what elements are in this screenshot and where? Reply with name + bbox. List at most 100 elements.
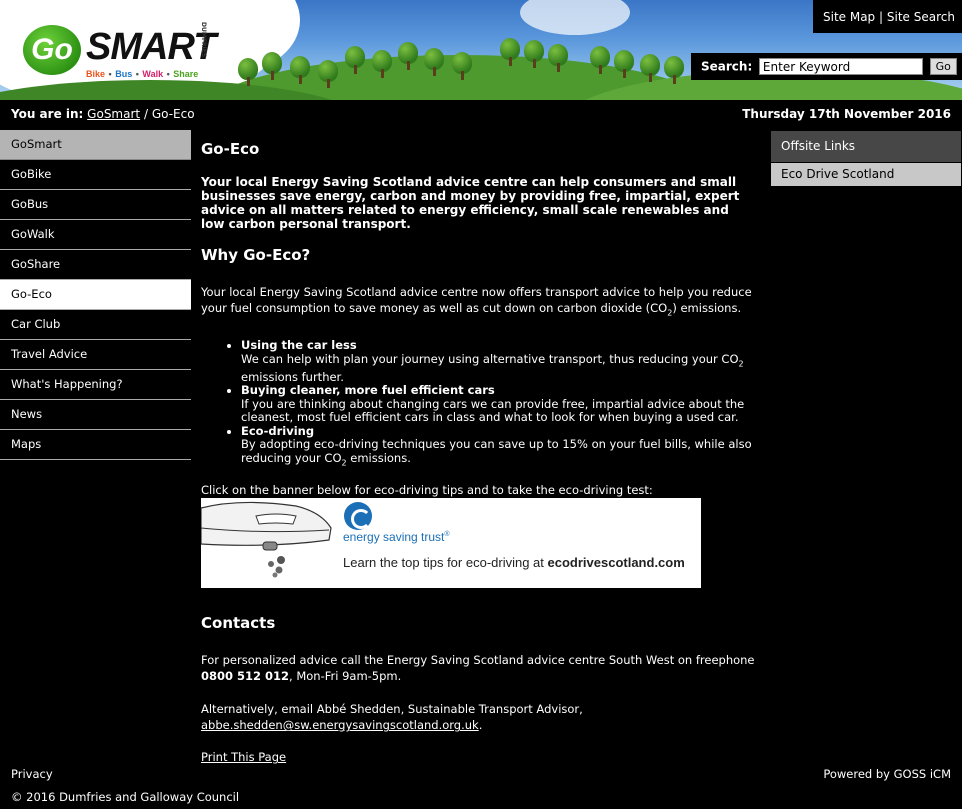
contact-1a: For personalized advice call the Energy … — [201, 653, 755, 668]
top-links-separator: | — [879, 10, 884, 24]
banner-text-b: ecodrivescotland.com — [547, 555, 685, 571]
nav-item-gowalk[interactable]: GoWalk — [0, 220, 191, 250]
tree-icon — [318, 60, 338, 88]
breadcrumb-separator: / — [143, 107, 148, 121]
tree-icon — [452, 52, 472, 80]
logo-go-badge: Go — [20, 22, 84, 78]
nav-item-news[interactable]: News — [0, 400, 191, 430]
contact-2b: . — [478, 718, 483, 733]
site-logo[interactable]: Go SMART DUMFRIES Bike • Bus • Walk • Sh… — [0, 0, 232, 100]
contact-2a: Alternatively, email Abbé Shedden, Susta… — [201, 702, 583, 717]
bullet-text: By adopting eco-driving techniques you c… — [241, 437, 752, 465]
tree-icon — [614, 50, 634, 78]
energy-saving-trust-name: energy saving trust® — [343, 530, 450, 544]
breadcrumb: You are in: GoSmart / Go-Eco — [11, 107, 195, 121]
tree-icon — [345, 46, 365, 74]
nav-item-goshare[interactable]: GoShare — [0, 250, 191, 280]
logo-dumfries: DUMFRIES — [200, 22, 207, 58]
eco-driving-banner[interactable]: energy saving trust® Learn the top tips … — [201, 498, 701, 589]
bullet-text: emissions. — [346, 450, 411, 465]
intro-text: Your local Energy Saving Scotland advice… — [201, 175, 740, 231]
tree-icon — [262, 52, 282, 80]
nav-item-maps[interactable]: Maps — [0, 430, 191, 460]
search-label: Search: — [701, 59, 753, 74]
search-form: Search: Go — [691, 53, 962, 80]
nav-item-gobike[interactable]: GoBike — [0, 160, 191, 190]
search-input[interactable] — [758, 58, 923, 75]
copyright-text: © 2016 Dumfries and Galloway Council — [11, 790, 240, 804]
nav-item-car-club[interactable]: Car Club — [0, 310, 191, 340]
site-search-link[interactable]: Site Search — [887, 10, 955, 24]
contact-email-link[interactable]: abbe.shedden@sw.energysavingscotland.org… — [201, 718, 479, 732]
page-title: Go-Eco — [201, 140, 260, 158]
tree-icon — [640, 54, 660, 82]
banner-text-a: Learn the top tips for eco-driving at — [343, 555, 548, 571]
logo-tagline: Bike • Bus • Walk • Share — [86, 69, 199, 79]
site-map-link[interactable]: Site Map — [823, 10, 875, 24]
contact-1b: , Mon-Fri 9am-5pm. — [289, 669, 402, 684]
current-date: Thursday 17th November 2016 — [742, 107, 951, 121]
powered-by-link[interactable]: Powered by GOSS iCM — [823, 767, 951, 781]
bullet-sub: 2 — [738, 359, 744, 369]
tree-icon — [664, 56, 684, 84]
main-content: Go-Eco Your local Energy Saving Scotland… — [201, 140, 756, 765]
bullet-title: Eco-driving — [241, 423, 315, 438]
tree-icon — [590, 46, 610, 74]
bullet-title: Using the car less — [241, 338, 357, 353]
left-navigation: GoSmart GoBike GoBus GoWalk GoShare Go-E… — [0, 130, 191, 460]
breadcrumb-prefix: You are in: — [11, 107, 84, 121]
breadcrumb-bar: You are in: GoSmart / Go-Eco Thursday 17… — [0, 100, 962, 128]
breadcrumb-home-link[interactable]: GoSmart — [87, 107, 140, 121]
bullet-text: emissions further. — [241, 369, 344, 384]
banner-intro: Click on the banner below for eco-drivin… — [201, 483, 653, 498]
contact-email-text: Alternatively, email Abbé Shedden, Susta… — [201, 701, 756, 733]
bullet-text: If you are thinking about changing cars … — [241, 396, 745, 425]
energy-saving-trust-logo-icon — [344, 502, 372, 531]
tree-icon — [548, 44, 568, 72]
benefits-list: Using the car lessWe can help with plan … — [241, 339, 756, 469]
tag-bus: Bus — [115, 69, 133, 79]
why-heading: Why Go-Eco? — [201, 246, 311, 264]
tree-icon — [290, 56, 310, 84]
tree-icon — [372, 50, 392, 78]
tree-icon — [500, 38, 520, 66]
tree-icon — [238, 58, 258, 86]
bullet-text: We can help with plan your journey using… — [241, 351, 739, 366]
tree-icon — [524, 40, 544, 68]
contact-phone-text: For personalized advice call the Energy … — [201, 652, 756, 684]
why-text-b: ) emissions. — [672, 301, 742, 315]
banner-headline: Learn the top tips for eco-driving at ec… — [343, 555, 685, 570]
search-go-button[interactable]: Go — [929, 58, 957, 75]
contact-phone: 0800 512 012 — [201, 669, 290, 684]
tag-sep: • — [108, 69, 112, 79]
contacts-heading: Contacts — [201, 614, 276, 633]
top-links: Site Map | Site Search — [813, 0, 962, 33]
tag-walk: Walk — [142, 69, 164, 79]
tree-icon — [398, 42, 418, 70]
car-exhaust-illustration — [201, 498, 341, 589]
logo-wordmark: SMART — [86, 26, 216, 68]
list-item: Eco-drivingBy adopting eco-driving techn… — [241, 423, 756, 470]
eco-drive-scotland-link[interactable]: Eco Drive Scotland — [771, 163, 961, 186]
list-item: Buying cleaner, more fuel efficient cars… — [241, 384, 756, 425]
tree-icon — [424, 48, 444, 76]
bullet-title: Buying cleaner, more fuel efficient cars — [241, 383, 495, 398]
print-page-link[interactable]: Print This Page — [201, 750, 286, 764]
tag-sep: • — [135, 69, 139, 79]
list-item: Using the car lessWe can help with plan … — [241, 339, 756, 384]
tag-share: Share — [173, 69, 199, 79]
breadcrumb-current: Go-Eco — [151, 107, 195, 121]
offsite-links-panel: Offsite Links Eco Drive Scotland — [771, 131, 961, 186]
nav-item-gosmart[interactable]: GoSmart — [0, 130, 191, 160]
tag-sep: • — [166, 69, 170, 79]
why-text: Your local Energy Saving Scotland advice… — [201, 284, 756, 321]
nav-item-gobus[interactable]: GoBus — [0, 190, 191, 220]
est-org: energy saving trust — [343, 530, 445, 545]
nav-item-whats-happening[interactable]: What's Happening? — [0, 370, 191, 400]
nav-item-go-eco[interactable]: Go-Eco — [0, 280, 191, 310]
site-header: Go SMART DUMFRIES Bike • Bus • Walk • Sh… — [0, 0, 962, 100]
nav-item-travel-advice[interactable]: Travel Advice — [0, 340, 191, 370]
privacy-link[interactable]: Privacy — [11, 767, 53, 781]
offsite-links-title: Offsite Links — [771, 131, 961, 162]
tag-bike: Bike — [86, 69, 106, 79]
